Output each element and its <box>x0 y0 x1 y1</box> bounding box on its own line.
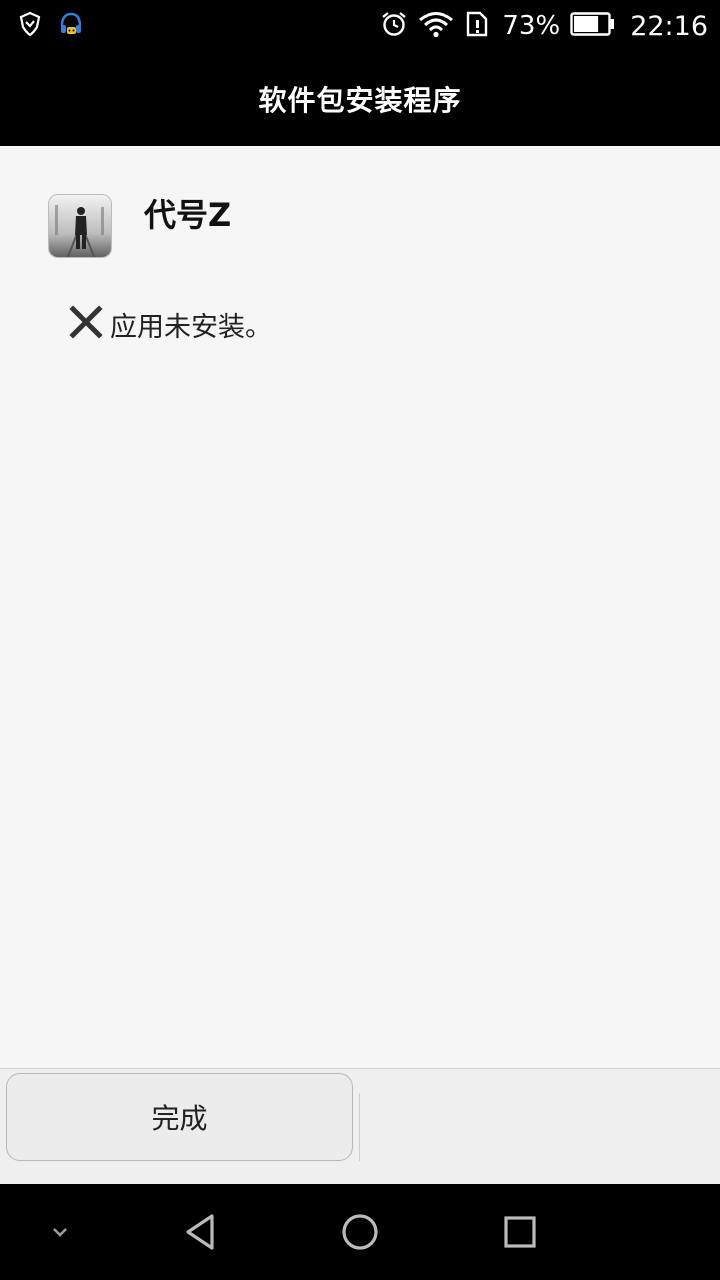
alarm-icon <box>380 10 408 42</box>
install-status: 应用未安装。 <box>68 304 272 344</box>
chevron-down-icon[interactable] <box>36 1208 84 1256</box>
app-bar: 软件包安装程序 <box>0 52 720 146</box>
notification-icons <box>18 10 84 42</box>
clock: 22:16 <box>630 10 708 42</box>
app-icon <box>48 194 112 258</box>
page-title: 软件包安装程序 <box>258 84 462 117</box>
sim-alert-icon <box>464 10 492 42</box>
status-bar: 73% 22:16 <box>0 0 720 52</box>
recents-icon[interactable] <box>496 1208 544 1256</box>
navigation-bar <box>0 1184 720 1280</box>
app-name: 代号Z <box>144 196 232 234</box>
battery-icon <box>570 11 616 41</box>
divider <box>359 1093 360 1161</box>
install-result-panel: 代号Z 应用未安装。 <box>0 146 720 1068</box>
battery-percent: 73% <box>502 11 561 41</box>
back-icon[interactable] <box>176 1208 224 1256</box>
close-x-icon <box>68 304 104 344</box>
home-icon[interactable] <box>336 1208 384 1256</box>
wifi-icon <box>418 10 454 42</box>
system-status-icons: 73% 22:16 <box>380 8 708 44</box>
install-status-message: 应用未安装。 <box>110 311 272 343</box>
done-button[interactable]: 完成 <box>6 1073 353 1161</box>
action-bar: 完成 <box>0 1068 720 1184</box>
headset-notification-icon <box>58 10 84 42</box>
done-button-label: 完成 <box>151 1102 208 1135</box>
shield-icon <box>18 11 42 41</box>
